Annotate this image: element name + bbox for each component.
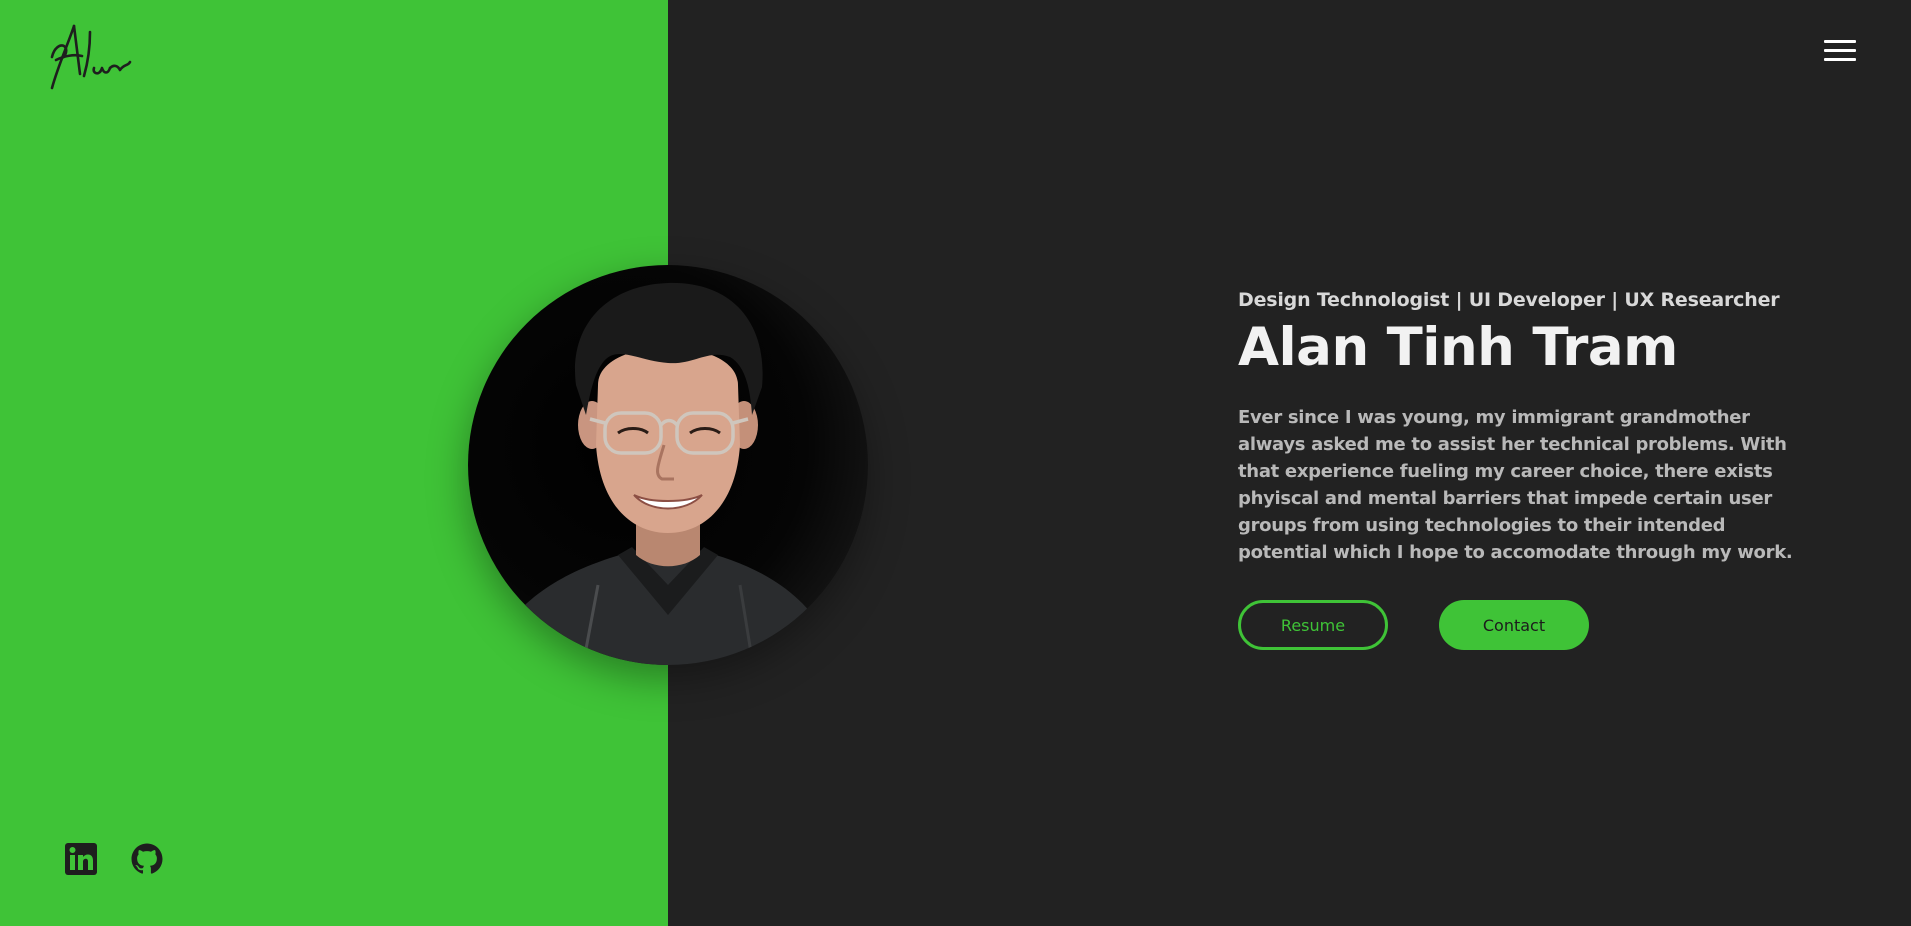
github-icon[interactable] xyxy=(130,842,164,876)
menu-bar xyxy=(1824,40,1856,43)
person-portrait-image xyxy=(488,282,838,665)
hero-button-group: Resume Contact xyxy=(1238,600,1818,650)
contact-button[interactable]: Contact xyxy=(1439,600,1589,650)
linkedin-icon[interactable] xyxy=(64,842,98,876)
signature-logo[interactable] xyxy=(44,22,132,92)
hero-name-heading: Alan Tinh Tram xyxy=(1238,317,1678,378)
hero-bio: Ever since I was young, my immigrant gra… xyxy=(1238,407,1793,563)
hamburger-menu-icon[interactable] xyxy=(1824,38,1856,64)
page: Design Technologist | UI Developer | UX … xyxy=(0,0,1911,926)
resume-button[interactable]: Resume xyxy=(1238,600,1388,650)
profile-photo xyxy=(468,265,868,665)
menu-bar xyxy=(1824,49,1856,52)
menu-bar xyxy=(1824,58,1856,61)
hero-subtitle: Design Technologist | UI Developer | UX … xyxy=(1238,289,1780,311)
hero-section: Design Technologist | UI Developer | UX … xyxy=(1238,286,1818,650)
